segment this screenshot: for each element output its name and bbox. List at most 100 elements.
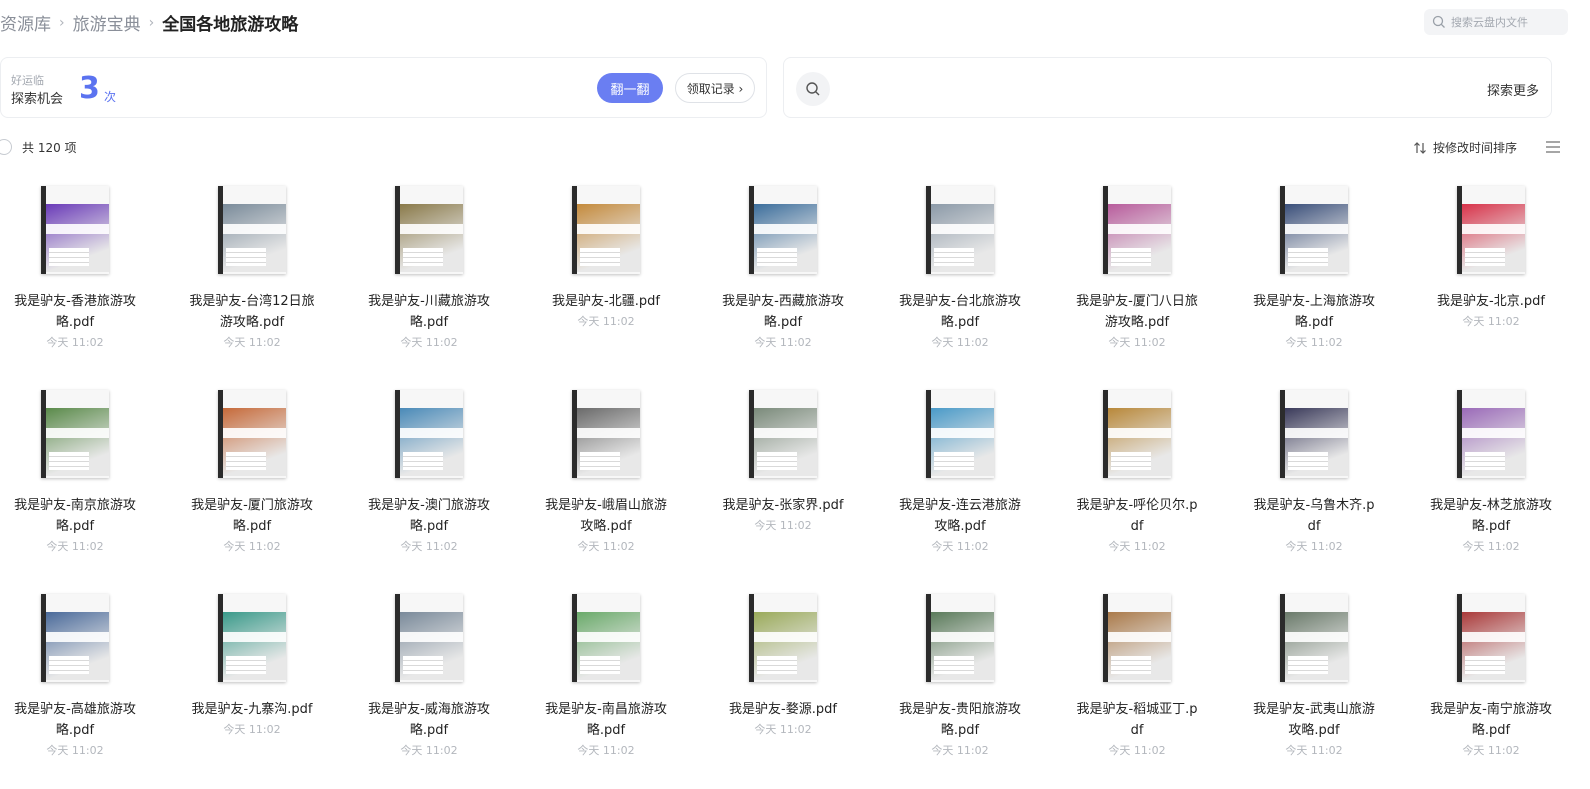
thumbnail-text-lines [1465,656,1505,674]
file-name[interactable]: 我是驴友-高雄旅游攻略.pdf [0,699,150,741]
pdf-thumbnail [749,186,817,274]
file-item[interactable]: 我是驴友-九寨沟.pdf 今天 11:02 [177,582,327,772]
file-item[interactable]: 我是驴友-台湾12日旅游攻略.pdf 今天 11:02 [177,174,327,364]
thumbnail-title-band [931,224,994,234]
file-time: 今天 11:02 [577,315,635,328]
file-item[interactable]: 我是驴友-武夷山旅游攻略.pdf 今天 11:02 [1239,582,1389,772]
select-all-checkbox[interactable] [0,139,12,155]
breadcrumb-item-travel[interactable]: 旅游宝典 [73,10,141,35]
pdf-thumbnail [1103,186,1171,274]
file-item[interactable]: 我是驴友-川藏旅游攻略.pdf 今天 11:02 [354,174,504,364]
file-name[interactable]: 我是驴友-九寨沟.pdf [177,699,327,720]
file-name[interactable]: 我是驴友-乌鲁木齐.pdf [1239,495,1389,537]
sort-button[interactable]: 按修改时间排序 [1413,139,1517,156]
thumbnail-text-lines [403,248,443,266]
explore-button[interactable] [796,72,830,106]
file-time: 今天 11:02 [46,540,104,553]
file-name[interactable]: 我是驴友-台北旅游攻略.pdf [885,291,1035,333]
file-name[interactable]: 我是驴友-稻城亚丁.pdf [1062,699,1212,741]
file-item[interactable]: 我是驴友-北疆.pdf 今天 11:02 [531,174,681,364]
pdf-thumbnail [572,186,640,274]
file-name[interactable]: 我是驴友-澳门旅游攻略.pdf [354,495,504,537]
file-name[interactable]: 我是驴友-武夷山旅游攻略.pdf [1239,699,1389,741]
file-name[interactable]: 我是驴友-贵阳旅游攻略.pdf [885,699,1035,741]
pdf-thumbnail [749,390,817,478]
file-name[interactable]: 我是驴友-张家界.pdf [708,495,858,516]
file-item[interactable]: 我是驴友-南京旅游攻略.pdf 今天 11:02 [0,378,150,568]
thumbnail-text-lines [1111,248,1151,266]
claim-record-button[interactable]: 领取记录 › [675,73,755,103]
file-item[interactable]: 我是驴友-威海旅游攻略.pdf 今天 11:02 [354,582,504,772]
file-item[interactable]: 我是驴友-上海旅游攻略.pdf 今天 11:02 [1239,174,1389,364]
file-name[interactable]: 我是驴友-北京.pdf [1416,291,1566,312]
file-item[interactable]: 我是驴友-连云港旅游攻略.pdf 今天 11:02 [885,378,1035,568]
file-time: 今天 11:02 [754,519,812,532]
file-item[interactable]: 我是驴友-峨眉山旅游攻略.pdf 今天 11:02 [531,378,681,568]
file-name[interactable]: 我是驴友-厦门旅游攻略.pdf [177,495,327,537]
thumbnail-text-lines [757,452,797,470]
file-name[interactable]: 我是驴友-香港旅游攻略.pdf [0,291,150,333]
explore-more-card[interactable]: 探索更多 [783,57,1552,118]
file-name[interactable]: 我是驴友-西藏旅游攻略.pdf [708,291,858,333]
file-item[interactable]: 我是驴友-贵阳旅游攻略.pdf 今天 11:02 [885,582,1035,772]
file-time: 今天 11:02 [931,540,989,553]
explore-chance-card: 好运临 探索机会 3 次 翻一翻 领取记录 › [0,57,767,118]
file-item[interactable]: 我是驴友-南宁旅游攻略.pdf 今天 11:02 [1416,582,1566,772]
file-item[interactable]: 我是驴友-南昌旅游攻略.pdf 今天 11:02 [531,582,681,772]
thumbnail-text-lines [226,452,266,470]
file-item[interactable]: 我是驴友-澳门旅游攻略.pdf 今天 11:02 [354,378,504,568]
file-name[interactable]: 我是驴友-威海旅游攻略.pdf [354,699,504,741]
thumbnail-title-band [577,428,640,438]
file-item[interactable]: 我是驴友-林芝旅游攻略.pdf 今天 11:02 [1416,378,1566,568]
flip-button[interactable]: 翻一翻 [597,73,663,103]
thumbnail-title-band [1108,632,1171,642]
file-name[interactable]: 我是驴友-上海旅游攻略.pdf [1239,291,1389,333]
chance-label: 探索机会 [11,92,64,107]
file-name[interactable]: 我是驴友-台湾12日旅游攻略.pdf [177,291,327,333]
file-name[interactable]: 我是驴友-婺源.pdf [708,699,858,720]
file-item[interactable]: 我是驴友-西藏旅游攻略.pdf 今天 11:02 [708,174,858,364]
file-name[interactable]: 我是驴友-南京旅游攻略.pdf [0,495,150,537]
file-name[interactable]: 我是驴友-连云港旅游攻略.pdf [885,495,1035,537]
file-item[interactable]: 我是驴友-稻城亚丁.pdf 今天 11:02 [1062,582,1212,772]
file-item[interactable]: 我是驴友-台北旅游攻略.pdf 今天 11:02 [885,174,1035,364]
file-name[interactable]: 我是驴友-南宁旅游攻略.pdf [1416,699,1566,741]
thumbnail-title-band [931,632,994,642]
search-input[interactable]: 搜索云盘内文件 [1424,9,1568,35]
file-item[interactable]: 我是驴友-厦门旅游攻略.pdf 今天 11:02 [177,378,327,568]
sort-icon [1414,141,1426,154]
file-item[interactable]: 我是驴友-厦门八日旅游攻略.pdf 今天 11:02 [1062,174,1212,364]
file-item[interactable]: 我是驴友-张家界.pdf 今天 11:02 [708,378,858,568]
file-name[interactable]: 我是驴友-呼伦贝尔.pdf [1062,495,1212,537]
file-name[interactable]: 我是驴友-北疆.pdf [531,291,681,312]
pdf-thumbnail [926,594,994,682]
pdf-thumbnail [572,594,640,682]
file-name[interactable]: 我是驴友-林芝旅游攻略.pdf [1416,495,1566,537]
file-item[interactable]: 我是驴友-乌鲁木齐.pdf 今天 11:02 [1239,378,1389,568]
file-item[interactable]: 我是驴友-婺源.pdf 今天 11:02 [708,582,858,772]
file-time: 今天 11:02 [1285,744,1343,757]
list-view-icon[interactable] [1546,141,1560,153]
thumbnail-text-lines [934,452,974,470]
thumbnail-text-lines [226,656,266,674]
pdf-thumbnail [41,594,109,682]
file-name[interactable]: 我是驴友-南昌旅游攻略.pdf [531,699,681,741]
breadcrumb-item-resources[interactable]: 资源库 [0,10,51,35]
file-name[interactable]: 我是驴友-川藏旅游攻略.pdf [354,291,504,333]
file-item[interactable]: 我是驴友-呼伦贝尔.pdf 今天 11:02 [1062,378,1212,568]
file-item[interactable]: 我是驴友-高雄旅游攻略.pdf 今天 11:02 [0,582,150,772]
thumbnail-text-lines [226,248,266,266]
file-time: 今天 11:02 [754,336,812,349]
thumbnail-title-band [223,632,286,642]
file-item[interactable]: 我是驴友-香港旅游攻略.pdf 今天 11:02 [0,174,150,364]
search-icon [1432,15,1445,28]
explore-more-link[interactable]: 探索更多 [1487,80,1539,99]
file-item[interactable]: 我是驴友-北京.pdf 今天 11:02 [1416,174,1566,364]
file-time: 今天 11:02 [46,744,104,757]
file-name[interactable]: 我是驴友-厦门八日旅游攻略.pdf [1062,291,1212,333]
file-time: 今天 11:02 [577,744,635,757]
file-name[interactable]: 我是驴友-峨眉山旅游攻略.pdf [531,495,681,537]
pdf-thumbnail [572,390,640,478]
thumbnail-title-band [931,428,994,438]
pdf-thumbnail [218,186,286,274]
